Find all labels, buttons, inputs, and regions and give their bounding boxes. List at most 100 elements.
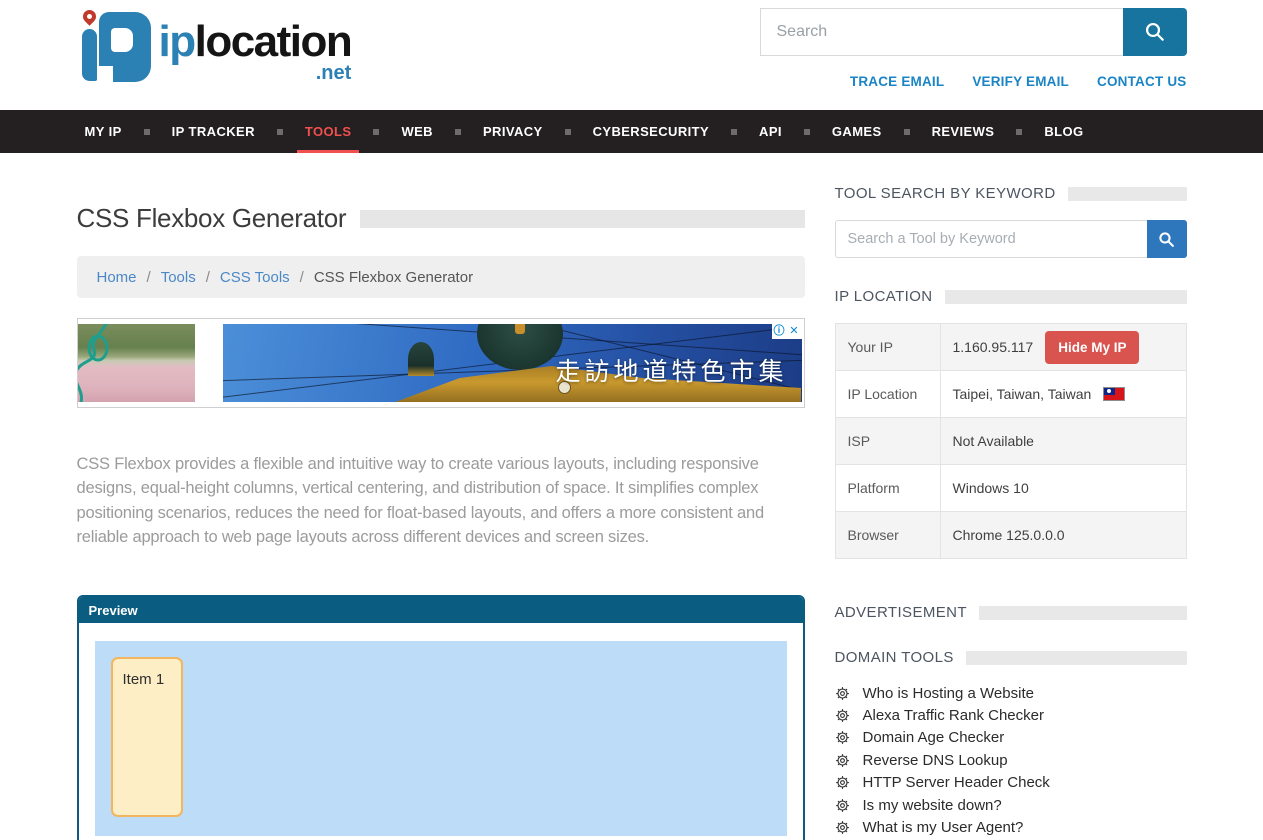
flex-item-1[interactable]: Item 1	[111, 657, 183, 817]
domain-tool-link[interactable]: Who is Hosting a Website	[863, 685, 1034, 702]
breadcrumb-separator: /	[206, 269, 210, 286]
ad-info-icon[interactable]: ⓘ	[772, 324, 787, 339]
tool-description: CSS Flexbox provides a flexible and intu…	[77, 452, 787, 549]
trace-email-link[interactable]: TRACE EMAIL	[850, 74, 944, 89]
breadcrumb-css-tools[interactable]: CSS Tools	[220, 269, 290, 286]
heading-decorative-bar	[979, 606, 1187, 620]
breadcrumb-current: CSS Flexbox Generator	[314, 269, 473, 286]
contact-us-link[interactable]: CONTACT US	[1097, 74, 1187, 89]
ip-location-heading: IP LOCATION	[835, 288, 933, 305]
row-label: Platform	[835, 465, 940, 512]
domain-tools-heading: DOMAIN TOOLS	[835, 649, 954, 666]
map-pin-icon	[80, 7, 98, 25]
gear-icon	[835, 820, 850, 835]
tool-search-form	[835, 220, 1187, 258]
table-row: Platform Windows 10	[835, 465, 1186, 512]
breadcrumb-tools[interactable]: Tools	[161, 269, 196, 286]
nav-item-games[interactable]: GAMES	[824, 110, 890, 153]
list-item[interactable]: Is my website down?	[835, 794, 1187, 816]
verify-email-link[interactable]: VERIFY EMAIL	[972, 74, 1069, 89]
flexbox-preview-container: Item 1	[95, 641, 787, 836]
breadcrumb-separator: /	[147, 269, 151, 286]
tool-search-input[interactable]	[835, 220, 1147, 258]
nav-item-my-ip[interactable]: MY IP	[77, 110, 130, 153]
tool-search-heading: TOOL SEARCH BY KEYWORD	[835, 185, 1056, 202]
isp-value: Not Available	[940, 418, 1186, 465]
header-search-form	[760, 8, 1187, 56]
nav-item-tools[interactable]: TOOLS	[297, 110, 360, 153]
ad-left-image	[78, 324, 195, 402]
hide-my-ip-button[interactable]: Hide My IP	[1045, 331, 1139, 364]
site-logo[interactable]: iplocation .net	[77, 8, 352, 90]
domain-tool-link[interactable]: Reverse DNS Lookup	[863, 752, 1008, 769]
nav-item-cybersecurity[interactable]: CYBERSECURITY	[585, 110, 717, 153]
row-label: Your IP	[835, 324, 940, 371]
nav-separator	[804, 129, 810, 135]
row-label: Browser	[835, 512, 940, 559]
nav-separator	[373, 129, 379, 135]
list-item[interactable]: Who is Hosting a Website	[835, 682, 1187, 704]
ad-close-icon[interactable]: ✕	[787, 324, 802, 339]
title-decorative-bar	[360, 210, 804, 228]
platform-value: Windows 10	[940, 465, 1186, 512]
gear-icon	[835, 753, 850, 768]
header-search-button[interactable]	[1123, 8, 1187, 56]
gear-icon	[835, 708, 850, 723]
ip-location-value: Taipei, Taiwan, Taiwan	[953, 386, 1092, 402]
logo-wordmark: iplocation .net	[159, 20, 352, 85]
table-row: ISP Not Available	[835, 418, 1186, 465]
nav-item-privacy[interactable]: PRIVACY	[475, 110, 551, 153]
heading-decorative-bar	[945, 290, 1187, 304]
domain-tool-link[interactable]: Is my website down?	[863, 797, 1002, 814]
nav-separator	[904, 129, 910, 135]
search-icon	[1144, 21, 1166, 43]
row-label: IP Location	[835, 371, 940, 418]
table-row: Your IP 1.160.95.117 Hide My IP	[835, 324, 1186, 371]
ad-banner[interactable]: 走訪地道特色市集 ⓘ ✕	[77, 318, 805, 408]
page-title: CSS Flexbox Generator	[77, 203, 347, 234]
tool-search-button[interactable]	[1147, 220, 1187, 258]
your-ip-value: 1.160.95.117	[953, 339, 1034, 355]
site-header: iplocation .net TRACE EMAIL VERIFY EMAIL…	[77, 0, 1187, 110]
list-item[interactable]: Alexa Traffic Rank Checker	[835, 704, 1187, 726]
logo-ip-icon	[77, 8, 155, 90]
list-item[interactable]: What is my User Agent?	[835, 816, 1187, 838]
logo-text-location: location	[195, 17, 352, 66]
list-item[interactable]: Reverse DNS Lookup	[835, 749, 1187, 771]
domain-tool-link[interactable]: HTTP Server Header Check	[863, 774, 1050, 791]
sidebar: TOOL SEARCH BY KEYWORD IP LOCATION Your …	[835, 153, 1187, 840]
heading-decorative-bar	[966, 651, 1187, 665]
gear-icon	[835, 730, 850, 745]
nav-item-blog[interactable]: BLOG	[1036, 110, 1091, 153]
preview-title: Preview	[89, 603, 138, 618]
nav-separator	[277, 129, 283, 135]
breadcrumb-separator: /	[300, 269, 304, 286]
domain-tool-link[interactable]: Domain Age Checker	[863, 729, 1005, 746]
gear-icon	[835, 798, 850, 813]
list-item[interactable]: Domain Age Checker	[835, 727, 1187, 749]
nav-separator	[1016, 129, 1022, 135]
ip-location-table: Your IP 1.160.95.117 Hide My IP IP Locat…	[835, 323, 1187, 559]
domain-tool-link[interactable]: What is my User Agent?	[863, 819, 1024, 836]
nav-item-web[interactable]: WEB	[393, 110, 441, 153]
preview-panel-header: Preview	[79, 597, 803, 623]
row-label: ISP	[835, 418, 940, 465]
table-row: Browser Chrome 125.0.0.0	[835, 512, 1186, 559]
nav-item-api[interactable]: API	[751, 110, 790, 153]
breadcrumb-home[interactable]: Home	[97, 269, 137, 286]
nav-item-reviews[interactable]: REVIEWS	[924, 110, 1003, 153]
heading-decorative-bar	[1068, 187, 1187, 201]
header-search-input[interactable]	[760, 8, 1123, 56]
browser-value: Chrome 125.0.0.0	[940, 512, 1186, 559]
main-nav: MY IP IP TRACKER TOOLS WEB PRIVACY CYBER…	[0, 110, 1263, 153]
logo-text-ip: ip	[159, 17, 195, 66]
list-item[interactable]: HTTP Server Header Check	[835, 772, 1187, 794]
taiwan-flag-icon	[1103, 387, 1125, 401]
nav-item-ip-tracker[interactable]: IP TRACKER	[164, 110, 263, 153]
nav-separator	[455, 129, 461, 135]
gear-icon	[835, 775, 850, 790]
building-turret	[408, 342, 434, 376]
preview-panel: Preview Item 1	[77, 595, 805, 840]
domain-tool-link[interactable]: Alexa Traffic Rank Checker	[863, 707, 1044, 724]
nav-separator	[144, 129, 150, 135]
